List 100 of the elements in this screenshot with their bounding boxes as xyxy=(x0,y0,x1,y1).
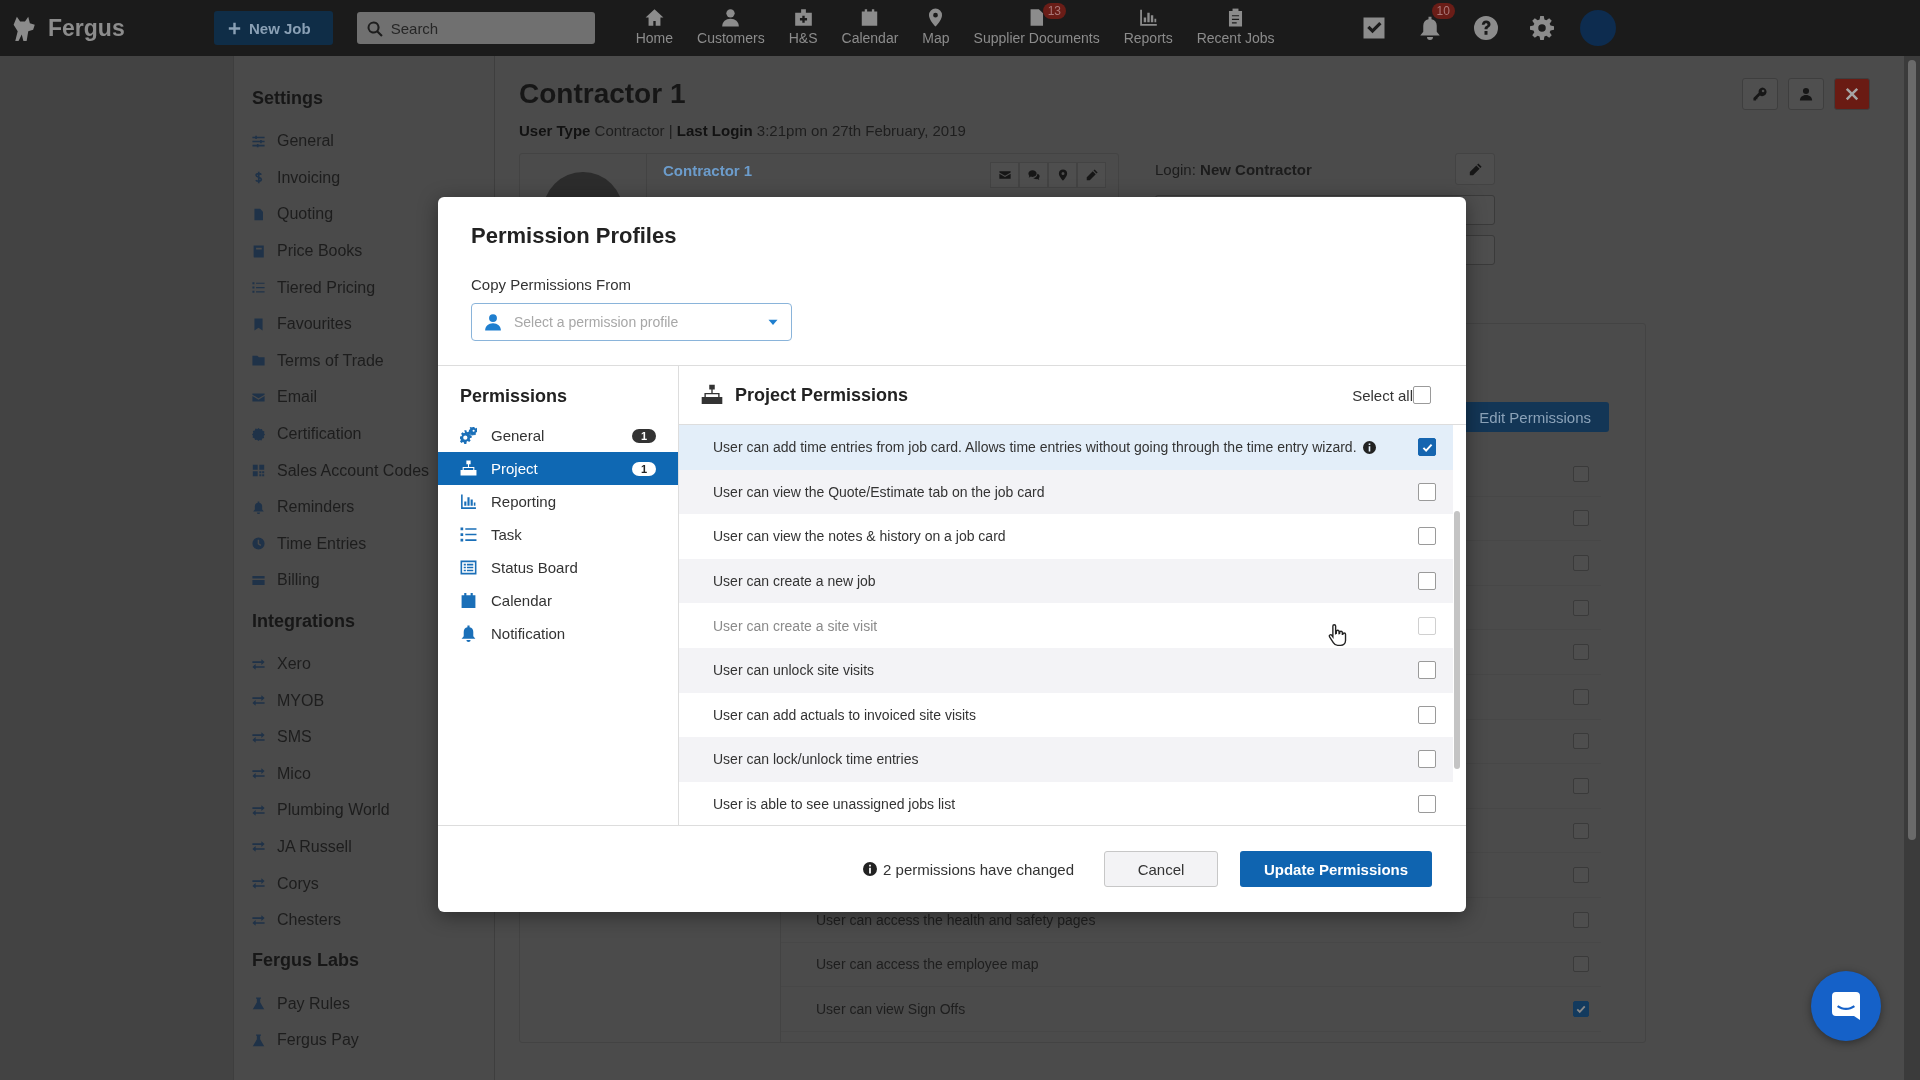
nav-link[interactable]: Reports xyxy=(1112,0,1184,56)
arrows-icon xyxy=(252,730,265,744)
profile-dropdown[interactable]: Select a permission profile xyxy=(471,303,792,341)
permission-label: User is able to see unassigned jobs list xyxy=(713,796,956,813)
info-icon xyxy=(863,862,878,876)
sliders-icon xyxy=(252,134,265,148)
clock-icon xyxy=(252,537,265,551)
user-button[interactable] xyxy=(1788,78,1824,110)
chat-icon xyxy=(1830,990,1862,1022)
checkbox[interactable] xyxy=(1418,750,1436,769)
nav-link[interactable]: Map xyxy=(911,0,961,56)
seal-icon xyxy=(252,427,265,441)
permission-label: User can add actuals to invoiced site visits xyxy=(713,706,976,723)
nav-link[interactable]: Home xyxy=(624,0,685,56)
update-permissions-button[interactable]: Update Permissions xyxy=(1240,851,1432,887)
category-item[interactable]: Calendar xyxy=(438,584,678,617)
count-badge: 13 xyxy=(1042,3,1066,19)
delete-button[interactable] xyxy=(1834,78,1870,110)
gears-icon xyxy=(460,427,477,444)
checkbox[interactable] xyxy=(1418,795,1436,814)
checkbox[interactable] xyxy=(1418,438,1436,457)
search-field[interactable]: Search xyxy=(356,12,595,44)
checkbox[interactable] xyxy=(1413,386,1431,404)
avatar[interactable] xyxy=(1579,10,1616,46)
section-heading: Project Permissions xyxy=(735,384,909,406)
category-item[interactable]: Task xyxy=(438,518,678,551)
speech-bubbles-icon xyxy=(1027,169,1040,181)
dialog-title: Permission Profiles xyxy=(471,223,678,249)
calendar-icon xyxy=(460,592,477,609)
arrows-icon xyxy=(252,657,265,671)
new-job-button[interactable]: New Job xyxy=(214,11,333,45)
checkbox[interactable] xyxy=(1418,482,1436,501)
flask-icon xyxy=(252,1033,265,1047)
list-icon xyxy=(252,281,265,295)
checkbox[interactable] xyxy=(1573,1000,1589,1017)
key-icon xyxy=(1753,87,1767,101)
arrows-icon xyxy=(252,694,265,708)
search-icon xyxy=(366,21,383,37)
checkbox[interactable] xyxy=(1418,527,1436,546)
scrollbar-thumb[interactable] xyxy=(1908,60,1916,840)
hierarchy-icon xyxy=(460,460,477,477)
credit-card-icon xyxy=(252,573,265,587)
envelope-icon xyxy=(252,390,265,404)
nav-link[interactable]: H&S xyxy=(777,0,829,56)
nav-link[interactable]: Customers xyxy=(686,0,776,56)
arrows-icon xyxy=(252,767,265,781)
cancel-button[interactable]: Cancel xyxy=(1104,851,1218,887)
checkbox[interactable] xyxy=(1418,661,1436,680)
arrows-icon xyxy=(252,803,265,817)
category-item[interactable]: Status Board xyxy=(438,551,678,584)
house-icon xyxy=(644,8,664,27)
app-logo-text: Fergus xyxy=(48,14,125,42)
category-item[interactable]: Reporting xyxy=(438,485,678,518)
bar-chart-icon xyxy=(1138,8,1158,27)
email-button[interactable] xyxy=(990,162,1019,188)
calendar-icon xyxy=(860,8,880,27)
checkbox[interactable] xyxy=(1418,705,1436,724)
permission-label: User can view the Quote/Estimate tab on the job card xyxy=(713,483,1045,500)
contact-name-link[interactable]: Contractor 1 xyxy=(663,162,753,198)
scrollbar-thumb[interactable] xyxy=(1454,511,1460,769)
category-item[interactable]: General 1 xyxy=(438,419,678,452)
edit-button[interactable] xyxy=(1077,162,1106,188)
category-item[interactable]: Project 1 xyxy=(438,452,678,485)
question-icon xyxy=(1473,16,1498,40)
dollar-icon xyxy=(252,171,265,185)
hand-cursor-icon xyxy=(1326,624,1348,646)
person-icon xyxy=(1799,87,1813,101)
nav-link[interactable]: Calendar xyxy=(830,0,910,56)
changes-notice: 2 permissions have changed xyxy=(883,860,1074,878)
edit-button[interactable] xyxy=(1455,153,1495,185)
map-button[interactable] xyxy=(1048,162,1077,188)
permission-label: User can create a new job xyxy=(713,573,876,590)
medkit-icon xyxy=(793,8,813,27)
arrows-icon xyxy=(252,877,265,891)
category-item[interactable]: Notification xyxy=(438,617,678,650)
permission-label: User can lock/unlock time entries xyxy=(713,751,919,768)
person-icon xyxy=(484,313,502,331)
arrows-icon xyxy=(252,840,265,854)
key-button[interactable] xyxy=(1742,78,1778,110)
count-badge: 1 xyxy=(631,461,656,476)
permission-label: User can unlock site visits xyxy=(713,662,875,679)
permission-label: User can view the notes & history on a job card xyxy=(713,528,1006,545)
gear-icon xyxy=(1529,16,1554,40)
bell-icon xyxy=(460,625,477,642)
bookmark-icon xyxy=(252,317,265,331)
plus-icon xyxy=(228,21,241,35)
nav-link[interactable]: Recent Jobs xyxy=(1185,0,1286,56)
envelope-icon xyxy=(998,169,1011,181)
bar-chart-icon xyxy=(460,493,477,510)
checkbox[interactable] xyxy=(1418,572,1436,591)
hierarchy-icon xyxy=(701,384,723,406)
notifications-button[interactable]: 10 xyxy=(1401,0,1458,56)
list-icon xyxy=(460,526,477,543)
message-button[interactable] xyxy=(1019,162,1048,188)
permission-label: User can create a site visit xyxy=(713,617,878,634)
grid-icon xyxy=(252,464,265,478)
nav-link[interactable]: Supplier Documents 13 xyxy=(962,0,1111,56)
select-all-label: Select all xyxy=(1352,386,1413,404)
field-label: Copy Permissions From xyxy=(471,276,633,293)
permission-label: User can add time entries from job card. Allows time entries without going through the time entry wizard. xyxy=(713,439,1357,456)
